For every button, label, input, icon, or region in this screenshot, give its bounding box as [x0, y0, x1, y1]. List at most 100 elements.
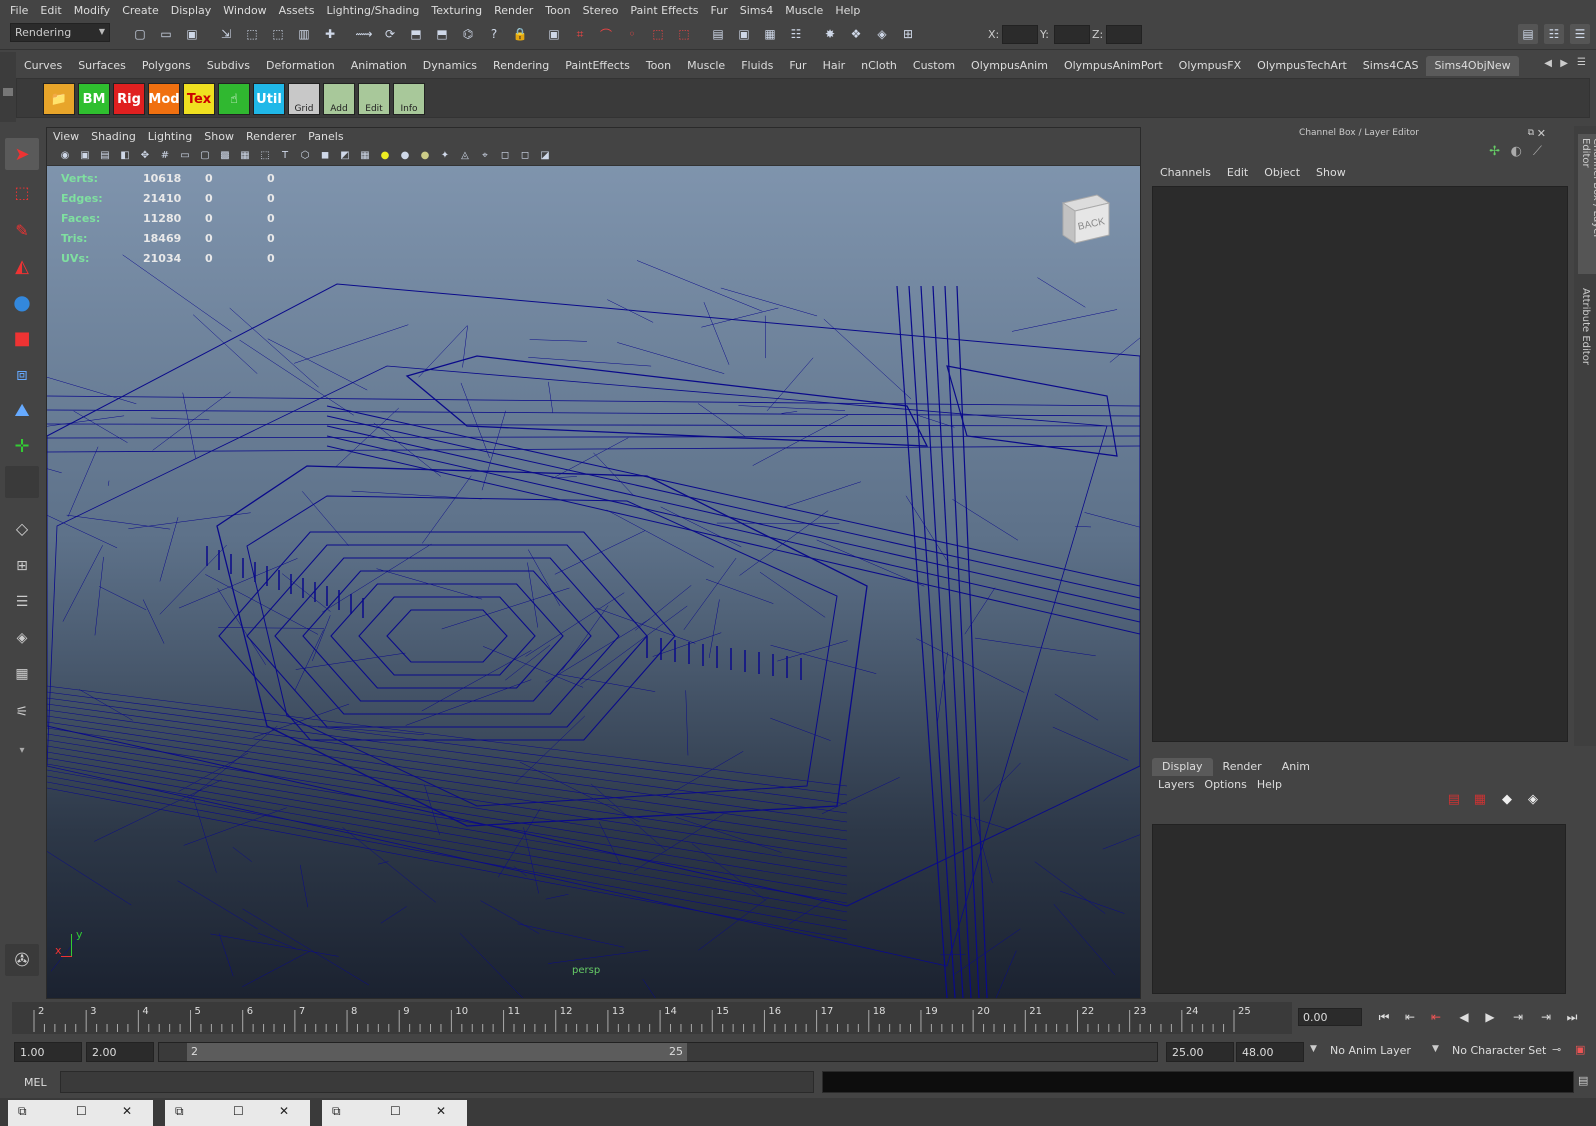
- menu-render[interactable]: Render: [490, 4, 541, 17]
- restore-icon[interactable]: ☐: [233, 1104, 244, 1118]
- 2d-pan-icon[interactable]: ✥: [137, 147, 153, 163]
- util-button[interactable]: Util: [253, 83, 285, 115]
- single-pane-layout-icon[interactable]: ◇: [5, 512, 39, 544]
- menu-create[interactable]: Create: [118, 4, 167, 17]
- snap-surface-icon[interactable]: ⬚: [648, 24, 668, 44]
- select-hierarchy-icon[interactable]: ⇲: [216, 24, 236, 44]
- shelf-tab-olympustechart[interactable]: OlympusTechArt: [1249, 56, 1355, 76]
- history-icon[interactable]: ▤: [708, 24, 728, 44]
- playback-end-field[interactable]: 25.00: [1166, 1042, 1234, 1062]
- menu-edit[interactable]: Edit: [36, 4, 69, 17]
- select-tool-icon[interactable]: ➤: [5, 138, 39, 170]
- play-forward-icon[interactable]: ▶: [1482, 1010, 1498, 1026]
- save-scene-icon[interactable]: ▣: [182, 24, 202, 44]
- shelf-tab-dynamics[interactable]: Dynamics: [415, 56, 485, 76]
- restore-icon[interactable]: ☐: [390, 1104, 401, 1118]
- end-time-field[interactable]: 48.00: [1236, 1042, 1304, 1062]
- minimized-window[interactable]: ⧉ ☐ ✕: [322, 1100, 467, 1126]
- render-view-icon[interactable]: ❖: [846, 24, 866, 44]
- textured-icon[interactable]: ▦: [357, 147, 373, 163]
- grid-icon[interactable]: #: [157, 147, 173, 163]
- manip-mode-icon[interactable]: ✢: [1489, 144, 1500, 159]
- start-time-field[interactable]: 1.00: [14, 1042, 82, 1062]
- wireframe-model[interactable]: [47, 166, 1140, 998]
- edit-button[interactable]: Edit: [358, 83, 390, 115]
- tool-settings-icon[interactable]: ☰: [1570, 24, 1590, 44]
- xray-icon[interactable]: ◻: [497, 147, 513, 163]
- xray-active-icon[interactable]: ◪: [537, 147, 553, 163]
- channel-list[interactable]: [1152, 186, 1568, 742]
- step-back-key-icon[interactable]: ⇤: [1402, 1010, 1418, 1026]
- graph-layout-icon[interactable]: ◈: [5, 622, 39, 654]
- universal-manip-icon[interactable]: ⧈: [5, 358, 39, 390]
- field-chart-icon[interactable]: ▦: [237, 147, 253, 163]
- anim-layer-dropdown-icon[interactable]: ▼: [1310, 1044, 1317, 1054]
- layer-tab-render[interactable]: Render: [1213, 758, 1272, 776]
- time-slider[interactable]: 2 3 4 5 6 7 8 9 10 11 12 13 14 15 16 17 18 19 20 21 22 23 24 25: [12, 1002, 1292, 1034]
- grid-button[interactable]: Grid: [288, 83, 320, 115]
- select-surface-icon[interactable]: ⟳: [380, 24, 400, 44]
- render-settings-icon[interactable]: ☷: [786, 24, 806, 44]
- menu-modify[interactable]: Modify: [70, 4, 118, 17]
- minimized-window[interactable]: ⧉ ☐ ✕: [8, 1100, 153, 1126]
- menu-help[interactable]: Help: [831, 4, 868, 17]
- viewport-menu-view[interactable]: View: [47, 128, 85, 146]
- show-manip-icon[interactable]: ✛: [5, 430, 39, 462]
- folder-button[interactable]: 📁: [43, 83, 75, 115]
- menu-display[interactable]: Display: [167, 4, 220, 17]
- gate-mask-icon[interactable]: ▩: [217, 147, 233, 163]
- anim-layer-select[interactable]: No Anim Layer: [1330, 1044, 1411, 1057]
- shelf-menu-icon[interactable]: [3, 88, 13, 96]
- script-editor-icon[interactable]: ▤: [1578, 1074, 1588, 1087]
- four-pane-layout-icon[interactable]: ⊞: [5, 550, 39, 582]
- channel-menu-edit[interactable]: Edit: [1219, 166, 1256, 179]
- select-misc-icon[interactable]: ?: [484, 24, 504, 44]
- go-to-start-icon[interactable]: ⏮: [1376, 1010, 1392, 1026]
- side-tab-attribute-editor[interactable]: Attribute Editor: [1578, 286, 1593, 376]
- snap-grid-icon[interactable]: ⌗: [570, 24, 590, 44]
- paint-select-tool-icon[interactable]: ✎: [5, 214, 39, 246]
- soft-mod-icon[interactable]: ⛰: [5, 394, 39, 426]
- step-forward-key-icon[interactable]: ⇥: [1538, 1010, 1554, 1026]
- shaded-wire-icon[interactable]: ◩: [337, 147, 353, 163]
- camera-attr-icon[interactable]: ▣: [77, 147, 93, 163]
- layout-icon[interactable]: ▤: [1518, 24, 1538, 44]
- shelf-tab-sims4objnew[interactable]: Sims4ObjNew: [1426, 56, 1519, 76]
- layer-tab-display[interactable]: Display: [1152, 758, 1213, 776]
- film-gate-icon[interactable]: ▭: [177, 147, 193, 163]
- layer-menu-layers[interactable]: Layers: [1156, 778, 1202, 791]
- shelf-tab-surfaces[interactable]: Surfaces: [70, 56, 134, 76]
- xray-joints-icon[interactable]: ◻: [517, 147, 533, 163]
- viewport-canvas[interactable]: Verts: 10618 0 0 Edges: 21410 0 0 Faces: 11280 0 0 T…: [47, 166, 1140, 998]
- viewport-menu-panels[interactable]: Panels: [302, 128, 349, 146]
- character-set-dropdown-icon[interactable]: ▼: [1432, 1044, 1439, 1054]
- menu-paint-effects[interactable]: Paint Effects: [626, 4, 706, 17]
- select-object-icon[interactable]: ⬚: [242, 24, 262, 44]
- select-joint-icon[interactable]: ✚: [320, 24, 340, 44]
- shelf-tab-olympusfx[interactable]: OlympusFX: [1171, 56, 1250, 76]
- current-time-field[interactable]: 0.00: [1298, 1008, 1362, 1026]
- new-layer-icon[interactable]: ▤: [1448, 792, 1460, 807]
- shelf-tab-custom[interactable]: Custom: [905, 56, 963, 76]
- menu-assets[interactable]: Assets: [275, 4, 323, 17]
- hand-button[interactable]: ☝: [218, 83, 250, 115]
- shelf-tab-deformation[interactable]: Deformation: [258, 56, 343, 76]
- shelf-tab-toon[interactable]: Toon: [638, 56, 679, 76]
- bm-button[interactable]: BM: [78, 83, 110, 115]
- shelf-tab-subdivs[interactable]: Subdivs: [199, 56, 258, 76]
- close-icon[interactable]: ✕: [279, 1104, 289, 1118]
- key-icon[interactable]: ⊸: [1552, 1043, 1561, 1056]
- shadows-icon[interactable]: ●: [397, 147, 413, 163]
- layer-from-selected-icon[interactable]: ▦: [1474, 792, 1486, 807]
- lock-icon[interactable]: 🔒: [510, 24, 530, 44]
- sync-mode-icon[interactable]: ⟋: [1533, 144, 1542, 159]
- layer-menu-options[interactable]: Options: [1202, 778, 1254, 791]
- float-panel-icon[interactable]: ⧉: [1528, 128, 1534, 138]
- rotate-tool-icon[interactable]: ●: [5, 286, 39, 318]
- shelf-scroll-left-icon[interactable]: ◀: [1544, 58, 1552, 69]
- shelf-tab-olympusanimport[interactable]: OlympusAnimPort: [1056, 56, 1171, 76]
- channel-menu-show[interactable]: Show: [1308, 166, 1354, 179]
- render-frame-icon[interactable]: ▣: [734, 24, 754, 44]
- shelf-tab-ncloth[interactable]: nCloth: [853, 56, 905, 76]
- select-curve-icon[interactable]: ⟿: [354, 24, 374, 44]
